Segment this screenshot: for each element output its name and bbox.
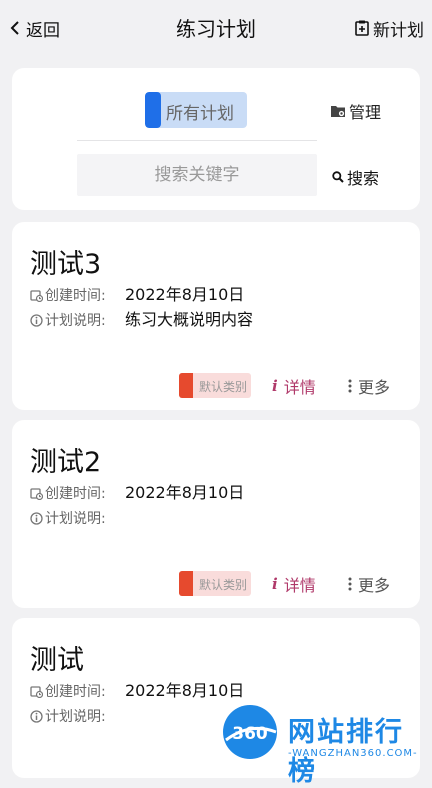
plan-card[interactable]: 测试2 创建时间: 2022年8月10日 计划说明: 默认类别 i 详情 更多 bbox=[12, 420, 420, 608]
category-label: 默认类别 bbox=[199, 380, 248, 394]
filter-label: 所有计划 bbox=[166, 104, 234, 124]
description-label-row: 计划说明: bbox=[30, 507, 106, 529]
calendar-clock-icon bbox=[30, 289, 43, 302]
detail-label: 详情 bbox=[283, 576, 316, 595]
description-label-row: 计划说明: bbox=[30, 705, 106, 727]
filter-accent-bar bbox=[145, 92, 161, 128]
add-document-icon bbox=[355, 20, 369, 36]
created-label: 创建时间: bbox=[45, 486, 106, 502]
category-tag: 默认类别 bbox=[179, 571, 251, 596]
more-button[interactable]: 更多 bbox=[348, 572, 390, 596]
detail-button[interactable]: i 详情 bbox=[272, 572, 316, 596]
more-vertical-icon bbox=[348, 577, 352, 591]
new-plan-button[interactable]: 新计划 bbox=[354, 15, 424, 41]
detail-button[interactable]: i 详情 bbox=[272, 374, 316, 398]
search-input[interactable] bbox=[77, 154, 317, 196]
divider bbox=[77, 140, 317, 141]
plan-name: 测试3 bbox=[30, 249, 102, 280]
search-icon bbox=[332, 171, 344, 183]
category-label: 默认类别 bbox=[199, 578, 248, 592]
watermark-logo-icon: 360 bbox=[223, 705, 277, 759]
calendar-clock-icon bbox=[30, 685, 43, 698]
folder-settings-icon bbox=[331, 106, 345, 117]
plan-card[interactable]: 测试3 创建时间: 2022年8月10日 计划说明: 练习大概说明内容 默认类别… bbox=[12, 222, 420, 410]
created-label-row: 创建时间: bbox=[30, 680, 106, 702]
info-i-icon: i bbox=[272, 377, 278, 395]
created-value: 2022年8月10日 bbox=[125, 285, 245, 304]
category-tag: 默认类别 bbox=[179, 373, 251, 398]
watermark-subtext: -WANGZHAN360.COM- bbox=[288, 748, 418, 759]
description-label: 计划说明: bbox=[45, 313, 106, 329]
description-value: 练习大概说明内容 bbox=[125, 310, 254, 329]
more-vertical-icon bbox=[348, 379, 352, 393]
created-label: 创建时间: bbox=[45, 684, 106, 700]
svg-text:360: 360 bbox=[232, 724, 268, 744]
description-label: 计划说明: bbox=[45, 511, 106, 527]
more-label: 更多 bbox=[358, 576, 391, 595]
new-plan-label: 新计划 bbox=[373, 20, 424, 41]
manage-button[interactable]: 管理 bbox=[330, 99, 381, 123]
created-label: 创建时间: bbox=[45, 288, 106, 304]
created-value: 2022年8月10日 bbox=[125, 483, 245, 502]
calendar-clock-icon bbox=[30, 487, 43, 500]
created-label-row: 创建时间: bbox=[30, 482, 106, 504]
category-color-bar bbox=[179, 571, 193, 596]
detail-label: 详情 bbox=[283, 378, 316, 397]
description-label: 计划说明: bbox=[45, 709, 106, 725]
more-button[interactable]: 更多 bbox=[348, 374, 390, 398]
search-button[interactable]: 搜索 bbox=[332, 165, 379, 189]
info-i-icon: i bbox=[272, 575, 278, 593]
more-label: 更多 bbox=[358, 378, 391, 397]
header-bar: 返回 练习计划 新计划 bbox=[0, 0, 432, 56]
info-icon bbox=[30, 511, 43, 525]
plan-name: 测试2 bbox=[30, 447, 102, 478]
category-color-bar bbox=[179, 373, 193, 398]
plan-name: 测试 bbox=[30, 645, 84, 676]
manage-label: 管理 bbox=[349, 103, 382, 122]
all-plans-filter[interactable]: 所有计划 bbox=[145, 92, 247, 128]
watermark: 360 网站排行榜 -WANGZHAN360.COM- bbox=[218, 698, 432, 787]
info-icon bbox=[30, 313, 43, 327]
description-label-row: 计划说明: bbox=[30, 309, 106, 331]
search-button-label: 搜索 bbox=[347, 169, 380, 188]
created-label-row: 创建时间: bbox=[30, 284, 106, 306]
search-panel: 所有计划 管理 搜索 bbox=[12, 68, 420, 210]
info-icon bbox=[30, 709, 43, 723]
